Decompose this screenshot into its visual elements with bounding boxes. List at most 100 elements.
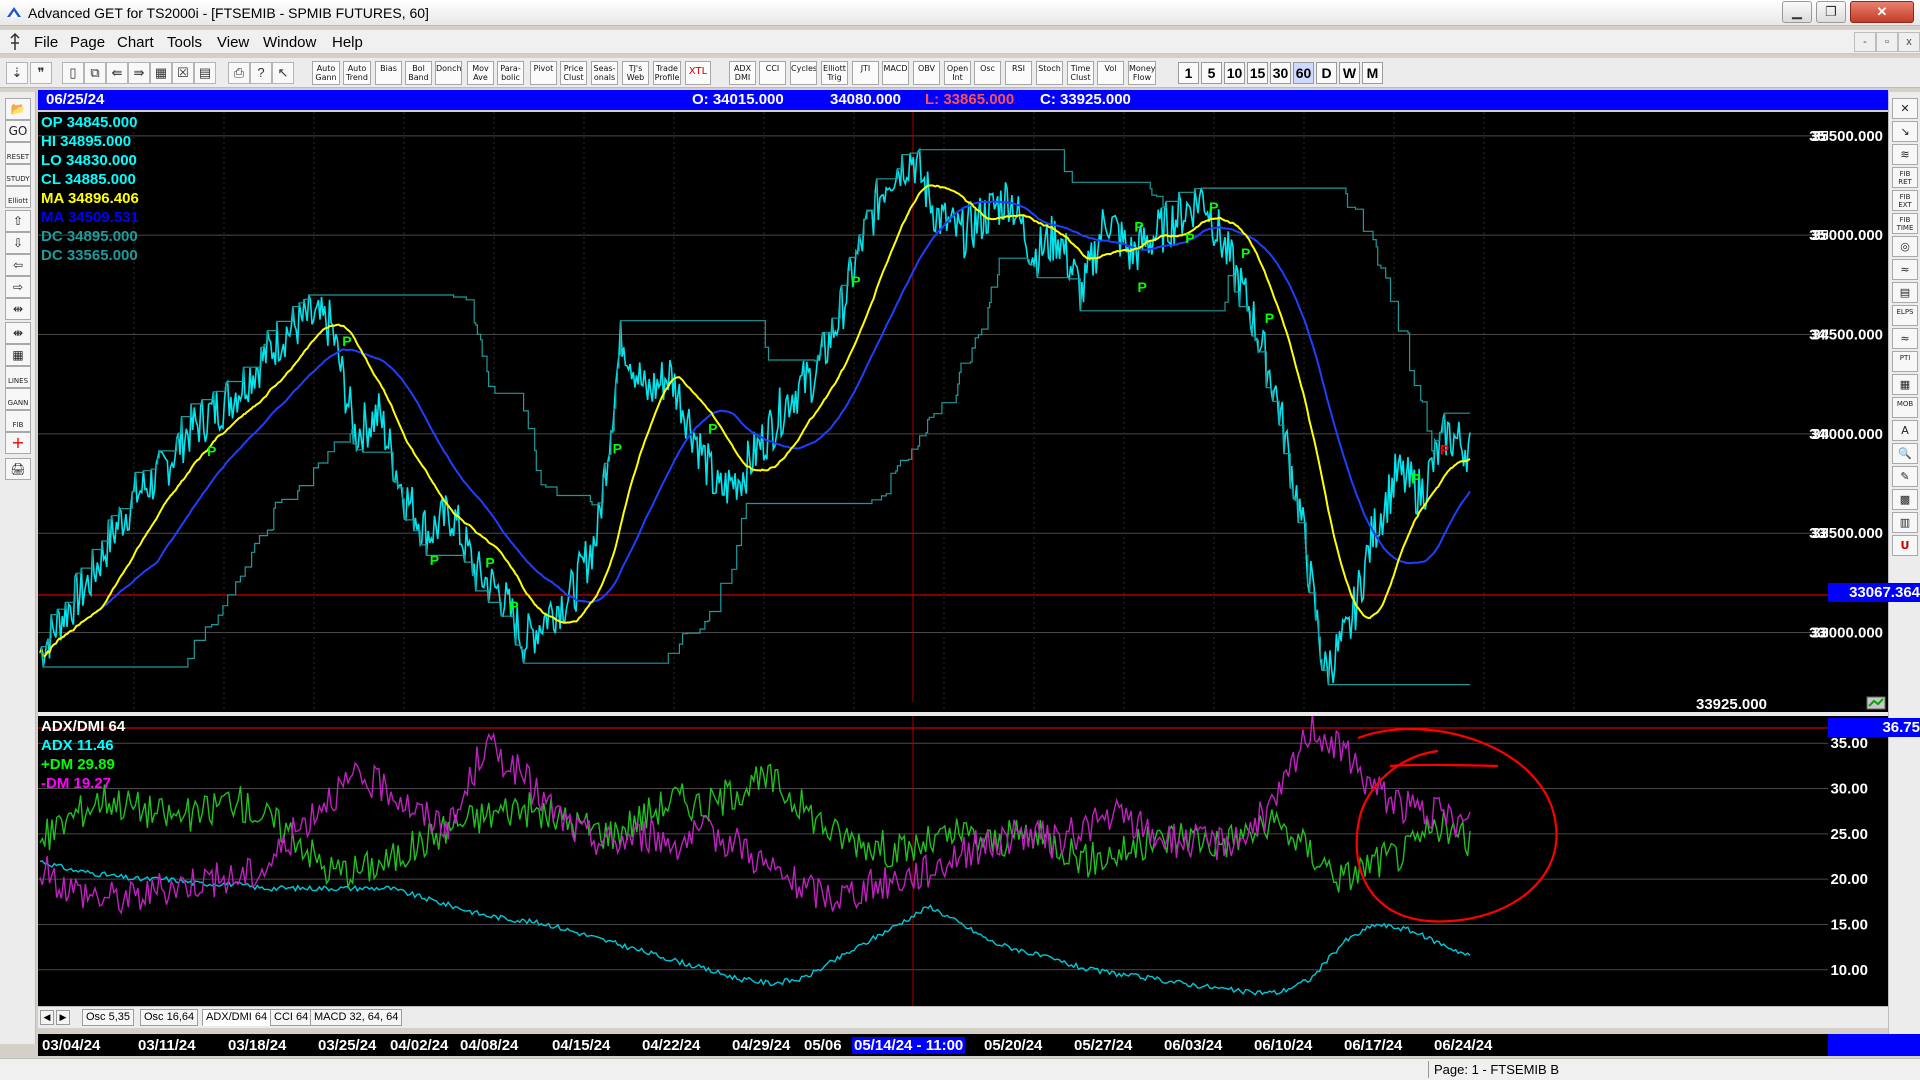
left-tool-13[interactable]: GANN — [5, 388, 31, 410]
copy-icon[interactable]: ⧉ — [84, 62, 106, 84]
price-chart-panel[interactable]: 35500.000 35000.000 34500.000 34000.000 3350… — [38, 112, 1920, 713]
menu-tools[interactable]: Tools — [167, 34, 202, 51]
right-tool-16[interactable]: ✎ — [1892, 466, 1918, 487]
study-tab-3[interactable]: CCI 64 — [270, 1009, 313, 1026]
study-button-vol[interactable]: Vol — [1097, 61, 1124, 85]
timeframe-5[interactable]: 5 — [1201, 62, 1222, 84]
left-tool-4[interactable]: Elliott — [5, 186, 31, 208]
study-button-price-clust[interactable]: Price Clust — [560, 61, 587, 85]
study-button-tj-s-web[interactable]: TJ's Web — [622, 61, 649, 85]
left-tool-12[interactable]: LINES — [5, 366, 31, 388]
left-tool-0[interactable]: 📂 — [5, 98, 31, 120]
new-page-icon[interactable]: ▯ — [62, 62, 84, 84]
tab-scroll-left[interactable]: ◀ — [40, 1010, 54, 1025]
right-tool-5[interactable]: FIB TIME — [1892, 213, 1918, 234]
mdi-restore-button[interactable]: ▫ — [1876, 32, 1898, 52]
study-button-stoch[interactable]: Stoch — [1036, 61, 1063, 85]
timeframe-d[interactable]: D — [1316, 62, 1337, 84]
mdi-close-button[interactable]: x — [1898, 32, 1920, 52]
help-icon[interactable]: ? — [250, 62, 272, 84]
right-tool-8[interactable]: ▤ — [1892, 282, 1918, 303]
right-tool-19[interactable]: U — [1892, 535, 1918, 556]
oscillator-panel[interactable]: 35.00 30.00 25.00 20.00 15.00 10.00 ADX/DMI 6… — [38, 713, 1920, 1006]
timeframe-60[interactable]: 60 — [1293, 62, 1314, 84]
chart-type-icon[interactable] — [1866, 696, 1886, 710]
right-tool-7[interactable]: ≈ — [1892, 259, 1918, 280]
right-tool-11[interactable]: PTI — [1892, 351, 1918, 372]
timeframe-10[interactable]: 10 — [1224, 62, 1245, 84]
left-tool-1[interactable]: GO — [5, 120, 31, 142]
menu-window[interactable]: Window — [263, 34, 316, 51]
timeframe-1[interactable]: 1 — [1178, 62, 1199, 84]
timeframe-m[interactable]: M — [1362, 62, 1383, 84]
help-cursor-icon[interactable]: ↖ — [272, 62, 294, 84]
maximize-button[interactable]: ❐ — [1816, 1, 1846, 23]
study-button-macd[interactable]: MACD — [882, 61, 909, 85]
menu-help[interactable]: Help — [332, 34, 363, 51]
minimize-button[interactable]: ▁ — [1782, 1, 1812, 23]
left-tool-5[interactable]: ⇧ — [5, 210, 31, 232]
tab-scroll-right[interactable]: ▶ — [56, 1010, 70, 1025]
study-button-auto-trend[interactable]: Auto Trend — [343, 61, 371, 85]
left-tool-2[interactable]: RESET — [5, 142, 31, 164]
timeframe-30[interactable]: 30 — [1270, 62, 1291, 84]
left-tool-14[interactable]: FIB — [5, 410, 31, 432]
study-button-cycles[interactable]: Cycles — [790, 61, 817, 85]
right-tool-1[interactable]: ↘ — [1892, 121, 1918, 142]
left-tool-3[interactable]: STUDY — [5, 164, 31, 186]
close-button[interactable]: ✕ — [1850, 1, 1914, 23]
study-button-seas-onals[interactable]: Seas- onals — [591, 61, 618, 85]
study-button-elliott-trig[interactable]: Elliott Trig — [821, 61, 848, 85]
forward-icon[interactable]: ⇛ — [128, 62, 150, 84]
study-button-money-flow[interactable]: Money Flow — [1128, 61, 1156, 85]
left-tool-15[interactable]: + — [5, 432, 31, 454]
study-button-cci[interactable]: CCI — [759, 61, 786, 85]
study-tab-2[interactable]: ADX/DMI 64 — [202, 1009, 272, 1026]
study-button-mov-ave[interactable]: Mov Ave — [467, 61, 494, 85]
right-tool-6[interactable]: ◎ — [1892, 236, 1918, 257]
price-chart-svg[interactable]: 35500.000 35000.000 34500.000 34000.000 3350… — [38, 112, 1888, 712]
left-tool-6[interactable]: ⇩ — [5, 232, 31, 254]
left-tool-10[interactable]: ⇼ — [5, 322, 31, 344]
study-button-osc[interactable]: Osc — [974, 61, 1001, 85]
left-tool-16[interactable]: 🖨 — [5, 458, 31, 480]
right-tool-15[interactable]: 🔍 — [1892, 443, 1918, 464]
right-tool-14[interactable]: A — [1892, 420, 1918, 441]
menu-chart[interactable]: Chart — [117, 34, 154, 51]
right-tool-0[interactable]: ✕ — [1892, 98, 1918, 119]
study-button-para-bolic[interactable]: Para- bolic — [497, 61, 524, 85]
right-tool-2[interactable]: ≋ — [1892, 144, 1918, 165]
study-button-bias[interactable]: Bias — [375, 61, 402, 85]
right-tool-4[interactable]: FIB EXT — [1892, 190, 1918, 211]
study-button-jti[interactable]: JTI — [852, 61, 879, 85]
left-tool-7[interactable]: ⇦ — [5, 254, 31, 276]
left-tool-9[interactable]: ⇹ — [5, 298, 31, 320]
study-button-obv[interactable]: OBV — [913, 61, 940, 85]
study-button-time-clust[interactable]: Time Clust — [1067, 61, 1094, 85]
study-button-rsi[interactable]: RSI — [1005, 61, 1032, 85]
back-icon[interactable]: ⇚ — [106, 62, 128, 84]
right-tool-13[interactable]: MOB — [1892, 397, 1918, 418]
study-button-adx-dmi[interactable]: ADX DMI — [729, 61, 756, 85]
study-button-open-int[interactable]: Open Int — [944, 61, 971, 85]
menu-view[interactable]: View — [217, 34, 249, 51]
left-tool-8[interactable]: ⇨ — [5, 276, 31, 298]
right-tool-3[interactable]: FIB RET — [1892, 167, 1918, 188]
study-button-bol-band[interactable]: Bol Band — [405, 61, 432, 85]
study-button-pivot[interactable]: Pivot — [530, 61, 557, 85]
study-tab-4[interactable]: MACD 32, 64, 64 — [310, 1009, 403, 1026]
timeframe-15[interactable]: 15 — [1247, 62, 1268, 84]
right-tool-12[interactable]: ▦ — [1892, 374, 1918, 395]
mdi-pin-icon[interactable] — [8, 33, 22, 51]
timeframe-w[interactable]: W — [1339, 62, 1360, 84]
delete-icon[interactable]: ☒ — [172, 62, 194, 84]
study-button-xtl[interactable]: XTL — [685, 61, 711, 85]
mdi-minimize-button[interactable]: - — [1854, 32, 1876, 52]
pin-icon[interactable]: ⇣ — [6, 62, 28, 84]
left-tool-11[interactable]: ▦ — [5, 344, 31, 366]
quote-icon[interactable]: ❞ — [30, 62, 52, 84]
right-tool-17[interactable]: ▩ — [1892, 489, 1918, 510]
right-tool-18[interactable]: ▥ — [1892, 512, 1918, 533]
study-button-trade-profile[interactable]: Trade Profile — [653, 61, 681, 85]
right-tool-10[interactable]: ≈ — [1892, 328, 1918, 349]
